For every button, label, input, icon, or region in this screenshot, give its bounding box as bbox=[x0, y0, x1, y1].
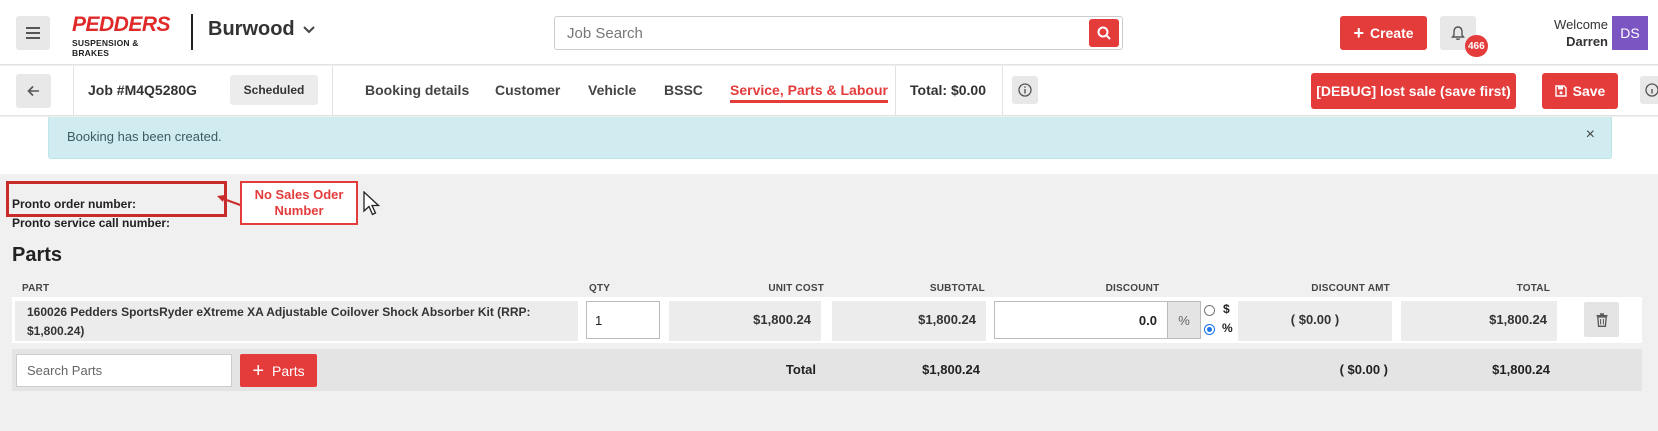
create-button-label: Create bbox=[1369, 25, 1414, 41]
discount-unit-addon: % bbox=[1168, 301, 1201, 339]
add-parts-button[interactable]: + Parts bbox=[240, 354, 317, 387]
tab-booking-details[interactable]: Booking details bbox=[365, 82, 469, 98]
help-info-button[interactable] bbox=[1640, 76, 1658, 104]
close-icon[interactable]: × bbox=[1586, 126, 1595, 144]
divider bbox=[895, 66, 896, 116]
plus-icon: + bbox=[252, 359, 264, 382]
floppy-disk-icon bbox=[1554, 85, 1567, 97]
delete-part-button[interactable] bbox=[1584, 302, 1619, 337]
discount-mode-dollar-label: $ bbox=[1223, 302, 1230, 316]
unit-cost-cell: $1,800.24 bbox=[669, 301, 821, 341]
footer-grand-total: $1,800.24 bbox=[1492, 362, 1550, 377]
footer-total-label: Total bbox=[785, 362, 816, 377]
job-number: Job #M4Q5280G bbox=[88, 82, 197, 98]
pronto-service-call-number-label: Pronto service call number: bbox=[12, 216, 171, 230]
column-header-unit-cost: UNIT COST bbox=[768, 283, 824, 294]
debug-lost-sale-button[interactable]: [DEBUG] lost sale (save first) bbox=[1311, 73, 1516, 109]
job-status-badge: Scheduled bbox=[230, 75, 318, 105]
job-total: Total: $0.00 bbox=[910, 82, 986, 98]
divider bbox=[332, 66, 333, 116]
annotation-label: No Sales Oder Number bbox=[240, 181, 358, 225]
notification-count-badge: 466 bbox=[1465, 35, 1488, 57]
job-info-button[interactable] bbox=[1012, 76, 1038, 104]
parts-search-input[interactable] bbox=[17, 355, 231, 386]
alert-message: Booking has been created. bbox=[67, 129, 222, 144]
logo-tagline: SUSPENSION & BRAKES bbox=[72, 38, 139, 58]
info-icon bbox=[1645, 83, 1658, 97]
column-header-discount-amt: DISCOUNT AMT bbox=[1311, 283, 1390, 294]
annotation-line-1: No Sales Oder bbox=[254, 187, 344, 202]
search-icon bbox=[1097, 26, 1111, 40]
create-button[interactable]: + Create bbox=[1340, 16, 1427, 50]
footer-subtotal: $1,800.24 bbox=[922, 362, 980, 377]
arrow-left-icon bbox=[27, 85, 39, 97]
welcome-text: Welcome Darren bbox=[1520, 16, 1608, 50]
alert-region: Booking has been created. × bbox=[0, 117, 1658, 174]
tab-customer[interactable]: Customer bbox=[495, 82, 560, 98]
column-header-part: PART bbox=[22, 283, 50, 294]
divider bbox=[1002, 66, 1003, 116]
discount-mode-dollar-radio[interactable] bbox=[1204, 305, 1215, 316]
discount-mode-percent-radio[interactable] bbox=[1204, 324, 1215, 335]
column-header-subtotal: SUBTOTAL bbox=[929, 283, 985, 294]
job-search-box bbox=[554, 16, 1123, 50]
back-button[interactable] bbox=[16, 74, 51, 108]
success-alert: Booking has been created. × bbox=[48, 117, 1612, 159]
user-avatar[interactable]: DS bbox=[1612, 16, 1648, 50]
top-navbar: PEDDERS SUSPENSION & BRAKES Burwood + Cr… bbox=[0, 0, 1658, 65]
logo-wordmark: PEDDERS bbox=[72, 13, 171, 36]
chevron-down-icon bbox=[302, 25, 315, 33]
add-parts-label: Parts bbox=[272, 362, 305, 379]
parts-section-title: Parts bbox=[12, 244, 63, 266]
quantity-input[interactable]: 1 bbox=[586, 301, 660, 339]
annotation-highlight-box bbox=[6, 181, 227, 217]
info-icon bbox=[1018, 83, 1032, 97]
branch-selector[interactable]: Burwood bbox=[208, 18, 315, 41]
logo-divider bbox=[191, 14, 193, 50]
footer-discount-amt: ( $0.00 ) bbox=[1339, 362, 1388, 377]
trash-icon bbox=[1596, 312, 1607, 327]
branch-name: Burwood bbox=[208, 18, 295, 40]
discount-amount-cell: ( $0.00 ) bbox=[1238, 301, 1392, 341]
parts-search-box bbox=[16, 354, 232, 387]
tab-bssc[interactable]: BSSC bbox=[664, 82, 703, 98]
subtotal-cell: $1,800.24 bbox=[832, 301, 986, 341]
tab-vehicle[interactable]: Vehicle bbox=[588, 82, 636, 98]
save-button[interactable]: Save bbox=[1542, 73, 1618, 109]
save-button-label: Save bbox=[1572, 83, 1606, 99]
hamburger-menu-button[interactable] bbox=[16, 16, 50, 50]
line-total-cell: $1,800.24 bbox=[1401, 301, 1557, 341]
pedders-logo[interactable]: PEDDERS SUSPENSION & BRAKES bbox=[72, 13, 174, 59]
part-description: 160026 Pedders SportsRyder eXtreme XA Ad… bbox=[15, 301, 578, 341]
search-button[interactable] bbox=[1089, 19, 1119, 47]
column-header-qty: QTY bbox=[589, 283, 611, 294]
user-name: Darren bbox=[1566, 34, 1608, 49]
welcome-label: Welcome bbox=[1554, 17, 1608, 32]
plus-icon: + bbox=[1353, 23, 1364, 43]
discount-mode-percent-label: % bbox=[1222, 321, 1233, 335]
tab-service-parts-labour[interactable]: Service, Parts & Labour bbox=[730, 82, 888, 103]
discount-input[interactable]: 0.0 bbox=[994, 301, 1168, 339]
bell-icon bbox=[1451, 25, 1465, 40]
column-header-discount: DISCOUNT bbox=[1105, 283, 1160, 294]
hamburger-icon bbox=[26, 27, 40, 39]
annotation-line-2: Number bbox=[274, 203, 324, 218]
divider bbox=[73, 66, 74, 116]
job-search-input[interactable] bbox=[555, 17, 1055, 49]
mouse-cursor-icon bbox=[363, 191, 381, 216]
column-header-total: TOTAL bbox=[1516, 283, 1550, 294]
job-toolbar: Job #M4Q5280G Scheduled Booking details … bbox=[0, 66, 1658, 116]
